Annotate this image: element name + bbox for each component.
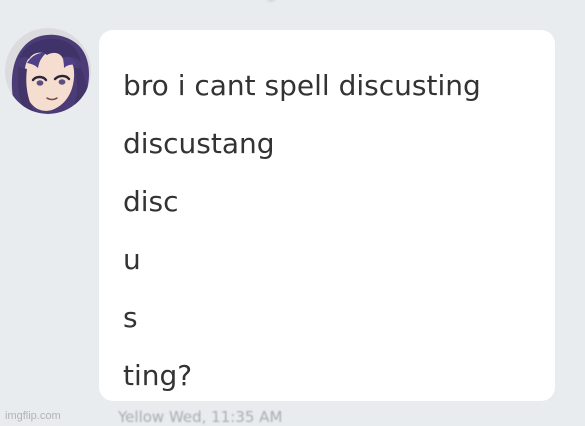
chat-message-row: bro i cant spell discusting discustang d… — [0, 0, 585, 426]
watermark: imgflip.com — [5, 410, 61, 422]
anime-character-avatar-icon — [5, 28, 91, 114]
message-line-1: bro i cant spell discusting — [123, 69, 481, 102]
message-line-2: discustang — [123, 127, 275, 160]
message-line-3: disc — [123, 185, 179, 218]
message-timestamp: Yellow Wed, 11:35 AM — [118, 408, 283, 426]
message-line-6: ting? — [123, 359, 193, 392]
message-line-4: u — [123, 243, 141, 276]
message-bubble: bro i cant spell discusting discustang d… — [99, 30, 555, 401]
avatar[interactable] — [5, 28, 91, 114]
message-line-5: s — [123, 301, 138, 334]
previous-message-edge — [266, 0, 276, 2]
